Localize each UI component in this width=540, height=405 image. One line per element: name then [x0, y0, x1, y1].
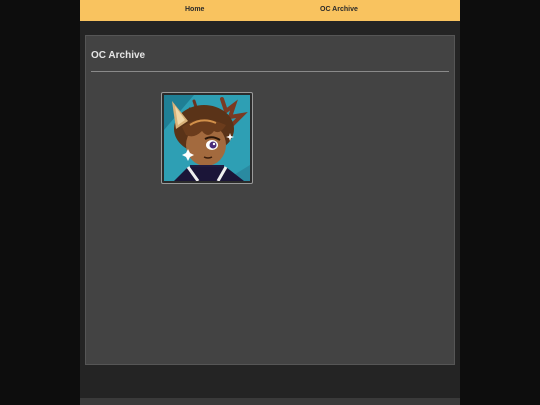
character-portrait-image [164, 95, 250, 181]
character-thumbnail[interactable] [161, 92, 253, 184]
title-divider [91, 71, 449, 72]
page-title: OC Archive [91, 50, 146, 61]
top-navigation-bar: Home OC Archive [80, 0, 460, 21]
nav-home-link[interactable]: Home [185, 6, 204, 13]
nav-oc-archive-link[interactable]: OC Archive [320, 6, 358, 13]
archive-panel: OC Archive [85, 35, 455, 365]
site-frame: Home OC Archive OC Archive [80, 0, 460, 405]
footer-bar [80, 398, 460, 405]
